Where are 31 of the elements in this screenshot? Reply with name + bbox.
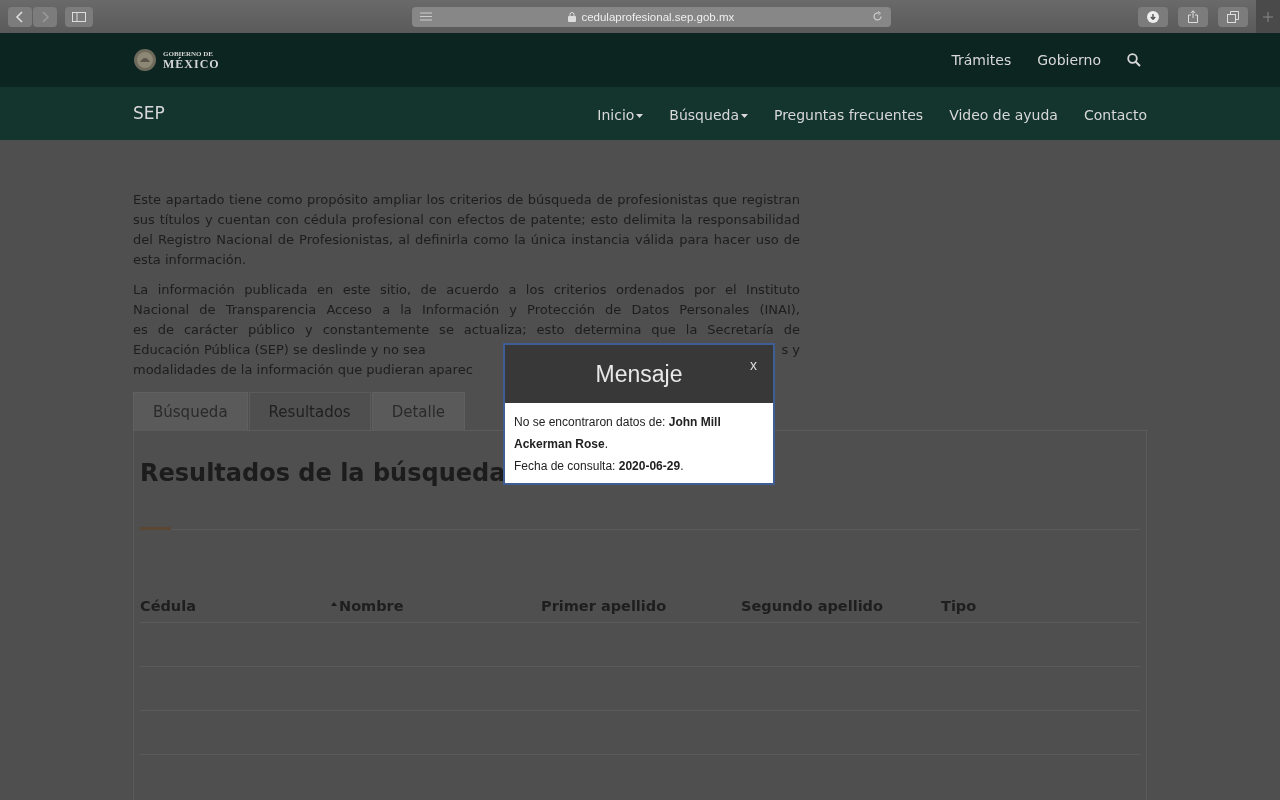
nav-link[interactable]: Inicio — [597, 107, 644, 123]
nav-link[interactable]: Contacto — [1083, 107, 1147, 123]
tabs-icon — [1227, 10, 1239, 23]
nav-link[interactable]: Búsqueda — [669, 107, 748, 123]
nav-link[interactable]: Video de ayuda — [949, 107, 1058, 123]
header-link[interactable]: Trámites — [951, 52, 1012, 68]
nav-link[interactable]: Preguntas frecuentes — [773, 107, 924, 123]
reload-icon[interactable] — [872, 11, 883, 22]
dialog-title: Mensaje — [595, 360, 683, 388]
logo-text: MÉXICO — [163, 57, 220, 70]
emblem-icon — [133, 48, 157, 72]
plus-icon — [1263, 11, 1273, 22]
download-button[interactable] — [1138, 6, 1168, 27]
share-icon — [1187, 10, 1199, 23]
sidebar-icon — [71, 11, 86, 22]
reader-icon[interactable] — [419, 12, 432, 21]
header-link[interactable]: Gobierno — [1037, 52, 1101, 68]
site-brand[interactable]: SEP — [133, 87, 165, 140]
tabs-button[interactable] — [1218, 6, 1248, 27]
chevron-right-icon — [40, 10, 50, 23]
sidebar-button[interactable] — [65, 6, 93, 27]
back-button[interactable] — [8, 6, 32, 27]
dialog-message: Fecha de consulta: 2020-06-29. — [514, 458, 685, 475]
chevron-left-icon — [15, 10, 25, 23]
dialog-message: No se encontraron datos de: John Mill Ackerman Rose. — [514, 414, 722, 453]
search-icon[interactable] — [1127, 53, 1141, 67]
url-text: cedulaprofesional.sep.gob.mx — [581, 10, 735, 23]
download-icon — [1147, 10, 1159, 23]
share-button[interactable] — [1178, 6, 1208, 27]
lock-icon — [568, 11, 577, 22]
close-button[interactable]: x — [750, 357, 757, 373]
